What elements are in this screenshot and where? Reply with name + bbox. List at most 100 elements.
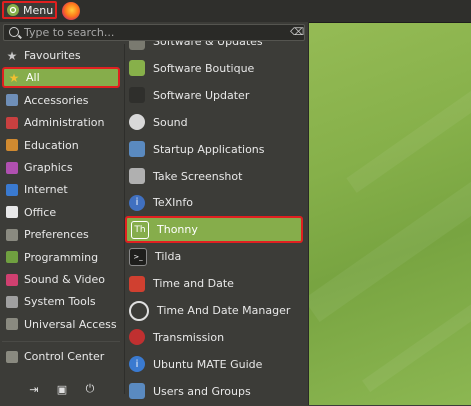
category-office[interactable]: Office	[2, 202, 120, 223]
app-label: Time And Date Manager	[157, 304, 291, 317]
app-ubuntu-mate-guide[interactable]: i Ubuntu MATE Guide	[125, 351, 303, 378]
session-buttons: ⇥ ▣ ⏻	[0, 372, 124, 405]
app-label: TeXInfo	[153, 196, 193, 210]
app-software-updater[interactable]: Software Updater	[125, 82, 303, 109]
category-label: Sound & Video	[24, 273, 106, 286]
software-updater-icon	[129, 87, 145, 104]
office-icon	[6, 206, 18, 219]
desktop-wallpaper	[308, 22, 471, 405]
graphics-icon	[6, 161, 18, 174]
category-administration[interactable]: Administration	[2, 112, 120, 133]
app-users-and-groups[interactable]: Users and Groups	[125, 378, 303, 405]
control-center-icon	[6, 350, 18, 363]
application-menu: ⌫ ★ Favourites ★ All Accessories Administrati…	[0, 22, 309, 405]
power-icon[interactable]: ⏻	[83, 382, 97, 396]
category-all[interactable]: ★ All	[2, 67, 120, 89]
category-label: All	[26, 71, 40, 85]
app-label: Tilda	[155, 250, 182, 264]
app-label: Ubuntu MATE Guide	[153, 357, 263, 371]
category-label: System Tools	[24, 295, 96, 309]
transmission-icon	[129, 329, 145, 346]
administration-icon	[6, 116, 18, 129]
thonny-icon: Th	[131, 220, 149, 239]
category-system-tools[interactable]: System Tools	[2, 291, 120, 312]
info-icon: i	[129, 356, 145, 373]
internet-icon	[6, 183, 18, 196]
top-panel: Menu	[0, 0, 471, 23]
category-accessories[interactable]: Accessories	[2, 90, 120, 111]
software-updates-icon	[129, 41, 145, 50]
category-label: Graphics	[24, 161, 73, 174]
category-programming[interactable]: Programming	[2, 247, 120, 268]
category-internet[interactable]: Internet	[2, 179, 120, 200]
app-software-updates[interactable]: Software & Updates	[125, 41, 303, 55]
category-education[interactable]: Education	[2, 135, 120, 156]
terminal-icon: >_	[129, 247, 147, 266]
search-icon	[9, 27, 19, 37]
education-icon	[6, 139, 18, 152]
logout-icon[interactable]: ⇥	[27, 382, 41, 396]
app-take-screenshot[interactable]: Take Screenshot	[125, 163, 303, 190]
app-thonny[interactable]: Th Thonny	[125, 216, 303, 244]
app-label: Time and Date	[153, 277, 234, 291]
mate-logo-icon	[7, 4, 19, 16]
category-label: Education	[24, 138, 79, 152]
category-favourites[interactable]: ★ Favourites	[2, 45, 120, 66]
category-label: Internet	[24, 183, 68, 197]
application-list: Software & Updates Software Boutique Softw…	[125, 41, 306, 406]
search-input[interactable]	[24, 25, 279, 40]
category-graphics[interactable]: Graphics	[2, 157, 120, 178]
app-startup-applications[interactable]: Startup Applications	[125, 136, 303, 163]
category-label: Programming	[24, 250, 99, 264]
app-label: Sound	[153, 115, 188, 129]
category-label: Administration	[24, 116, 105, 130]
star-icon: ★	[6, 48, 18, 63]
category-label: Office	[24, 205, 57, 219]
category-universal-access[interactable]: Universal Access	[2, 314, 120, 335]
system-tools-icon	[6, 295, 18, 308]
app-label: Software & Updates	[153, 41, 263, 48]
category-label: Preferences	[24, 228, 89, 242]
category-label: Accessories	[24, 93, 89, 107]
category-separator	[2, 341, 120, 343]
calendar-icon	[129, 275, 145, 292]
search-bar: ⌫	[3, 24, 305, 41]
app-label: Take Screenshot	[153, 169, 243, 183]
accessories-icon	[6, 94, 18, 107]
app-texinfo[interactable]: i TeXInfo	[125, 189, 303, 216]
category-label: Universal Access	[24, 317, 117, 331]
universal-access-icon	[6, 318, 18, 331]
info-icon: i	[129, 194, 145, 211]
app-label: Transmission	[153, 330, 225, 344]
category-list: ★ Favourites ★ All Accessories Administration…	[0, 44, 125, 394]
firefox-icon[interactable]	[62, 2, 80, 20]
camera-icon	[129, 168, 145, 184]
category-control-center[interactable]: Control Center	[2, 346, 120, 367]
sound-video-icon	[6, 273, 18, 286]
app-time-and-date[interactable]: Time and Date	[125, 270, 303, 297]
app-transmission[interactable]: Transmission	[125, 324, 303, 351]
app-sound[interactable]: Sound	[125, 109, 303, 136]
app-time-and-date-manager[interactable]: Time And Date Manager	[125, 297, 303, 324]
category-label: Favourites	[24, 49, 81, 62]
category-sound-video[interactable]: Sound & Video	[2, 269, 120, 290]
preferences-icon	[6, 228, 18, 241]
app-tilda[interactable]: >_ Tilda	[125, 243, 303, 270]
menu-button-label: Menu	[23, 3, 54, 17]
lock-screen-icon[interactable]: ▣	[55, 382, 69, 396]
software-boutique-icon	[129, 60, 145, 77]
app-label: Startup Applications	[153, 142, 265, 156]
app-label: Users and Groups	[153, 384, 251, 398]
app-label: Software Updater	[153, 88, 250, 102]
programming-icon	[6, 251, 18, 264]
clock-icon	[129, 300, 149, 321]
startup-applications-icon	[129, 141, 145, 158]
sound-icon	[129, 114, 145, 131]
category-label: Control Center	[24, 350, 105, 364]
category-preferences[interactable]: Preferences	[2, 224, 120, 245]
users-icon	[129, 383, 145, 400]
app-label: Software Boutique	[153, 61, 255, 75]
clear-search-icon[interactable]: ⌫	[290, 28, 304, 38]
app-software-boutique[interactable]: Software Boutique	[125, 55, 303, 82]
menu-button[interactable]: Menu	[2, 1, 57, 19]
